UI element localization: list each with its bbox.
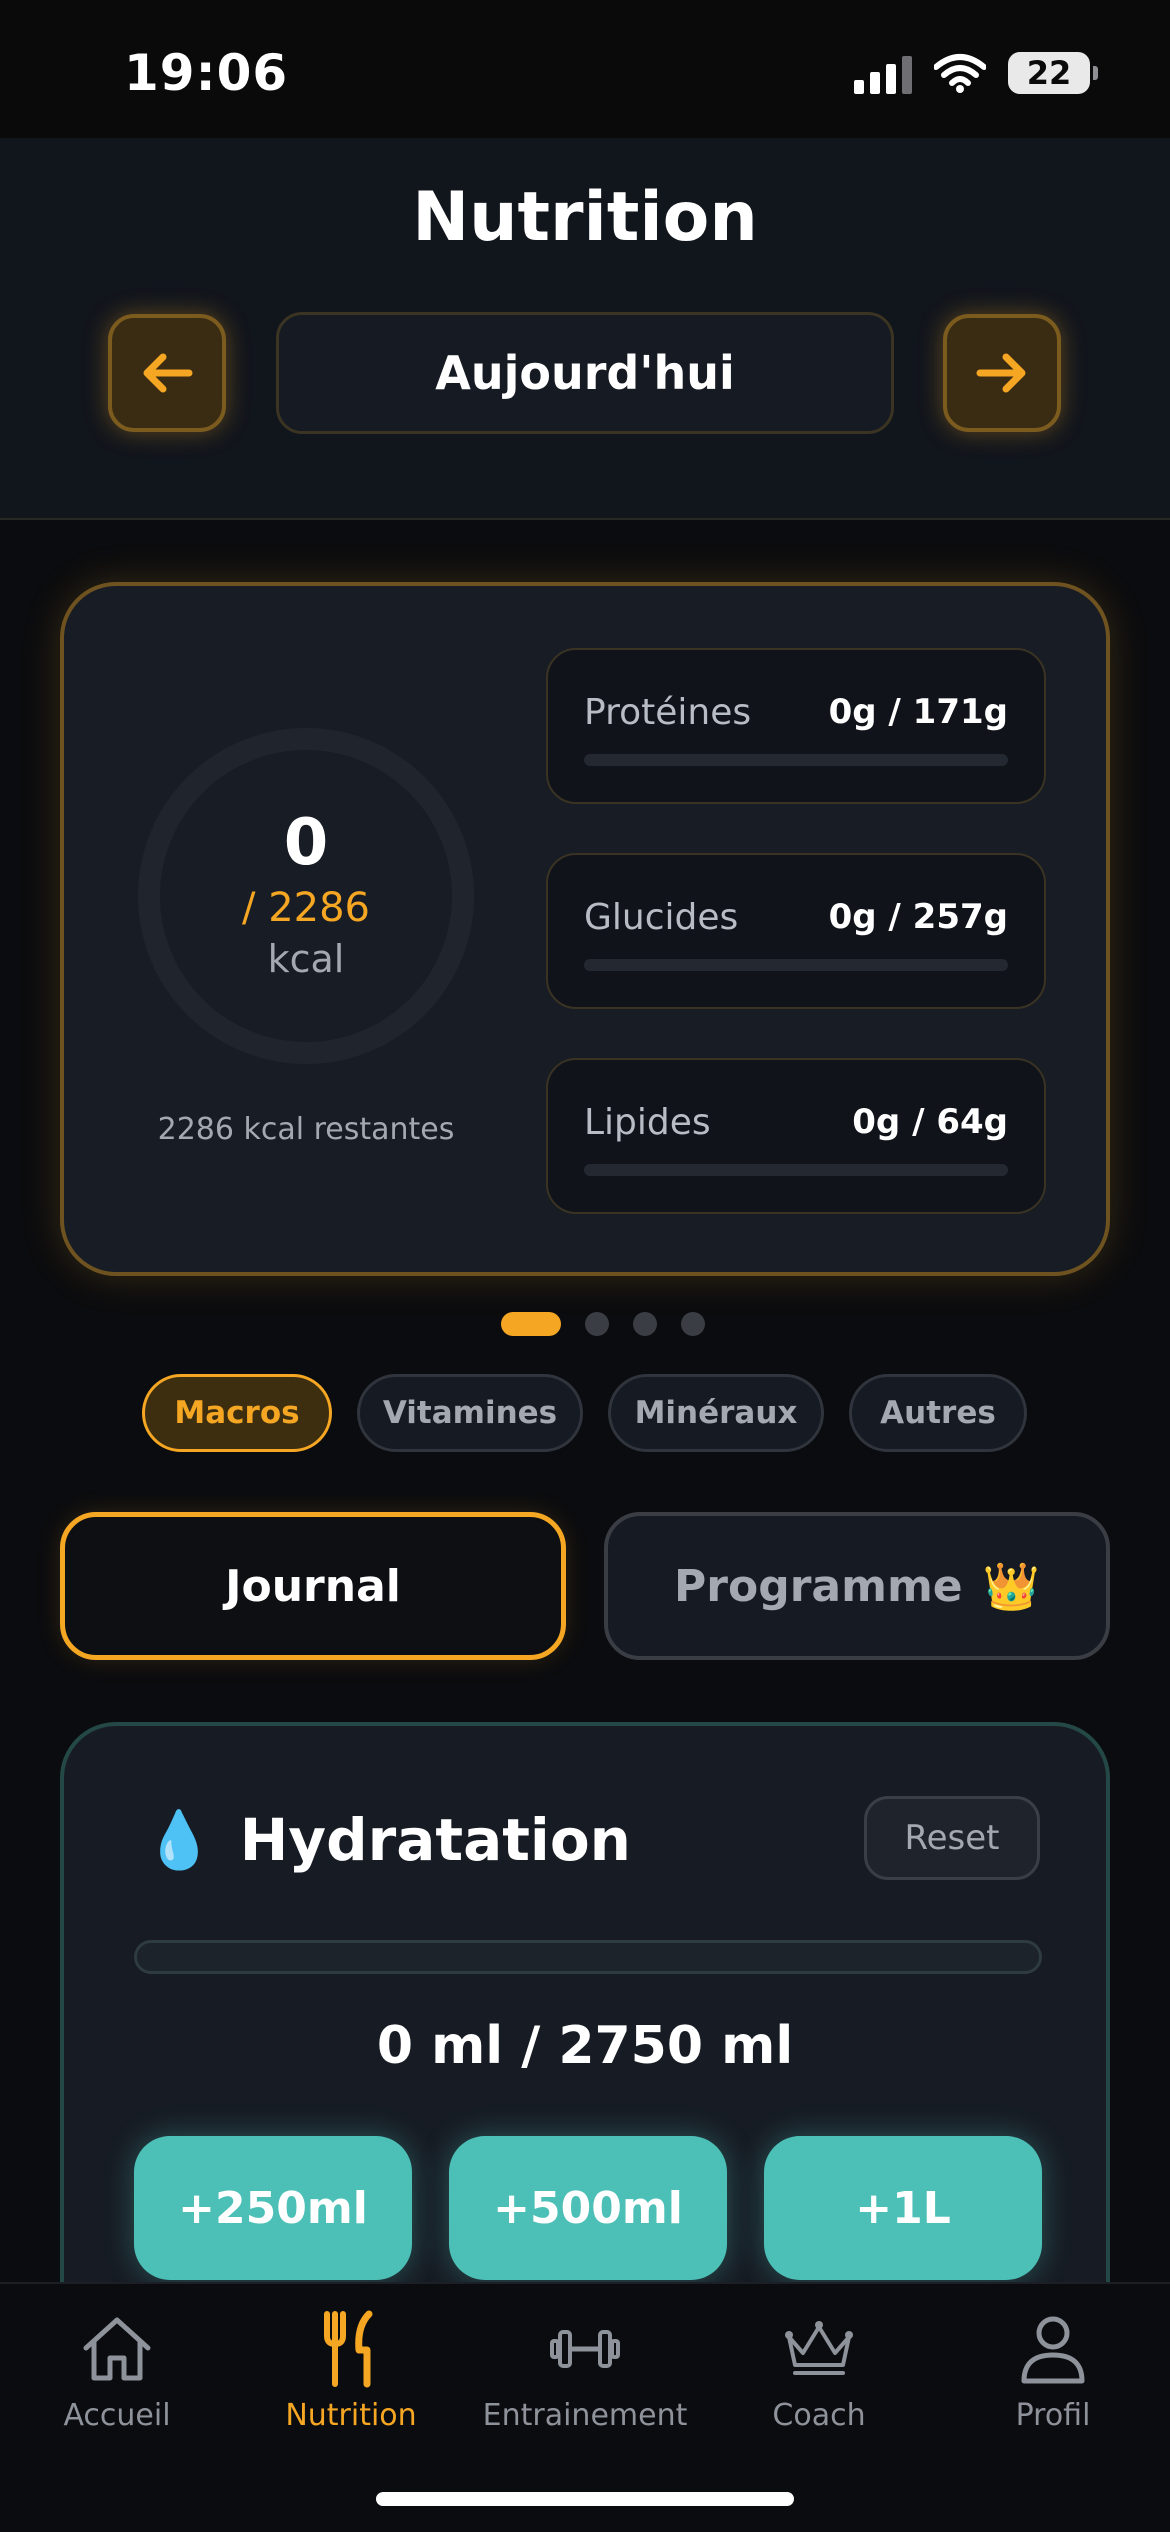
- page-title: Nutrition: [412, 178, 758, 257]
- chip-autres[interactable]: Autres: [849, 1374, 1027, 1452]
- macro-fats: Lipides 0g / 64g: [546, 1058, 1046, 1214]
- tab-entrainement[interactable]: Entrainement: [468, 2306, 702, 2446]
- page-dot[interactable]: [633, 1312, 657, 1336]
- macro-value: 0g / 171g: [828, 692, 1008, 732]
- hydration-header: 💧 Hydratation: [144, 1806, 631, 1874]
- page-indicator: [0, 1312, 1170, 1336]
- fork-knife-icon: [324, 2310, 373, 2388]
- page-dot-active[interactable]: [501, 1312, 561, 1336]
- chip-vitamines[interactable]: Vitamines: [357, 1374, 583, 1452]
- next-day-button[interactable]: [943, 314, 1061, 432]
- header: Nutrition Aujourd'hui: [0, 138, 1170, 520]
- tab-label: Accueil: [63, 2398, 171, 2433]
- hydration-amount: 0 ml / 2750 ml: [376, 2016, 794, 2076]
- hydration-title: Hydratation: [239, 1806, 631, 1874]
- nutrition-screen: 19:06 22 Nutrition Aujourd'hui 0 / 2286 …: [0, 0, 1170, 2532]
- journal-label: Journal: [225, 1560, 401, 1612]
- tab-label: Entrainement: [482, 2398, 688, 2433]
- cellular-signal-icon: [854, 52, 912, 94]
- macro-progress-bar: [584, 754, 1008, 766]
- tab-label: Coach: [772, 2398, 866, 2433]
- macro-label: Glucides: [584, 897, 739, 938]
- add-250ml-button[interactable]: +250ml: [134, 2136, 412, 2280]
- previous-day-button[interactable]: [108, 314, 226, 432]
- crown-icon: [785, 2321, 853, 2375]
- calorie-summary-card[interactable]: 0 / 2286 kcal 2286 kcal restantes Protéi…: [60, 582, 1110, 1276]
- status-time: 19:06: [124, 44, 289, 102]
- tab-label: Nutrition: [285, 2398, 417, 2433]
- macro-value: 0g / 257g: [828, 897, 1008, 937]
- macro-progress-bar: [584, 959, 1008, 971]
- hydration-progress-bar: [134, 1940, 1042, 1974]
- crown-icon: 👑: [982, 1558, 1040, 1613]
- battery-level: 22: [1026, 54, 1072, 92]
- macro-label: Protéines: [584, 692, 752, 733]
- hydration-reset-button[interactable]: Reset: [864, 1796, 1040, 1880]
- home-indicator[interactable]: [376, 2492, 794, 2506]
- kcal-consumed: 0: [283, 806, 329, 880]
- tab-coach[interactable]: Coach: [702, 2306, 936, 2446]
- macro-label: Lipides: [584, 1102, 711, 1143]
- kcal-goal: / 2286: [242, 885, 370, 931]
- macro-carbs: Glucides 0g / 257g: [546, 853, 1046, 1009]
- battery-icon: 22: [1008, 52, 1098, 94]
- chip-macros[interactable]: Macros: [142, 1374, 332, 1452]
- home-icon: [83, 2317, 151, 2381]
- tab-accueil[interactable]: Accueil: [0, 2306, 234, 2446]
- dumbbell-icon: [550, 2330, 620, 2368]
- status-bar: 19:06 22: [0, 0, 1170, 138]
- kcal-unit: kcal: [267, 937, 345, 981]
- journal-tab[interactable]: Journal: [60, 1512, 566, 1660]
- calorie-ring: 0 / 2286 kcal: [138, 728, 474, 1064]
- tab-label: Profil: [1015, 2398, 1091, 2433]
- macro-progress-bar: [584, 1164, 1008, 1176]
- kcal-remaining: 2286 kcal restantes: [157, 1112, 455, 1147]
- chip-mineraux[interactable]: Minéraux: [608, 1374, 824, 1452]
- tab-profil[interactable]: Profil: [936, 2306, 1170, 2446]
- status-icons: 22: [854, 52, 1098, 94]
- arrow-right-icon: [976, 353, 1026, 393]
- add-500ml-button[interactable]: +500ml: [449, 2136, 727, 2280]
- add-1l-button[interactable]: +1L: [764, 2136, 1042, 2280]
- macro-value: 0g / 64g: [852, 1102, 1008, 1142]
- page-dot[interactable]: [681, 1312, 705, 1336]
- page-dot[interactable]: [585, 1312, 609, 1336]
- person-icon: [1021, 2316, 1085, 2384]
- date-selector[interactable]: Aujourd'hui: [276, 312, 894, 434]
- wifi-icon: [934, 54, 986, 93]
- macro-proteins: Protéines 0g / 171g: [546, 648, 1046, 804]
- programme-tab[interactable]: Programme 👑: [604, 1512, 1110, 1660]
- tab-nutrition[interactable]: Nutrition: [234, 2306, 468, 2446]
- programme-label: Programme: [674, 1560, 963, 1612]
- water-drop-icon: 💧: [144, 1808, 214, 1873]
- arrow-left-icon: [143, 353, 193, 393]
